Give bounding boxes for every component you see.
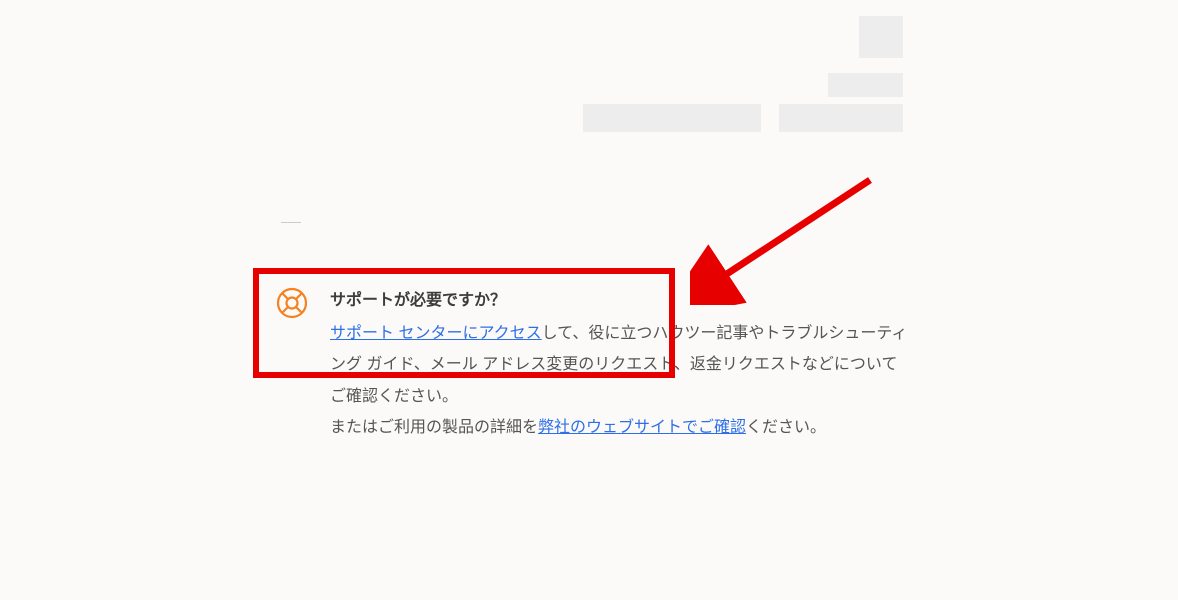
help-text-2-suffix: ください。 bbox=[746, 419, 826, 436]
redacted-block-1 bbox=[859, 16, 903, 58]
section-divider bbox=[281, 222, 301, 223]
help-section: サポートが必要ですか？ サポート センターにアクセスして、役に立つハウツー記事や… bbox=[276, 285, 910, 443]
redacted-block-4 bbox=[583, 104, 761, 132]
help-paragraph-2: またはご利用の製品の詳細を弊社のウェブサイトでご確認ください。 bbox=[330, 412, 910, 443]
help-title: サポートが必要ですか？ bbox=[330, 285, 910, 316]
support-center-link[interactable]: サポート センターにアクセス bbox=[330, 325, 542, 342]
annotation-arrow-icon bbox=[690, 165, 880, 305]
redacted-block-2 bbox=[828, 73, 903, 97]
help-text-2-prefix: またはご利用の製品の詳細を bbox=[330, 419, 538, 436]
website-link[interactable]: 弊社のウェブサイトでご確認 bbox=[538, 419, 746, 436]
help-paragraph-1: サポート センターにアクセスして、役に立つハウツー記事やトラブルシューティング … bbox=[330, 318, 910, 412]
redacted-block-3 bbox=[779, 104, 903, 132]
lifebuoy-icon bbox=[276, 287, 308, 319]
help-content: サポートが必要ですか？ サポート センターにアクセスして、役に立つハウツー記事や… bbox=[330, 285, 910, 443]
